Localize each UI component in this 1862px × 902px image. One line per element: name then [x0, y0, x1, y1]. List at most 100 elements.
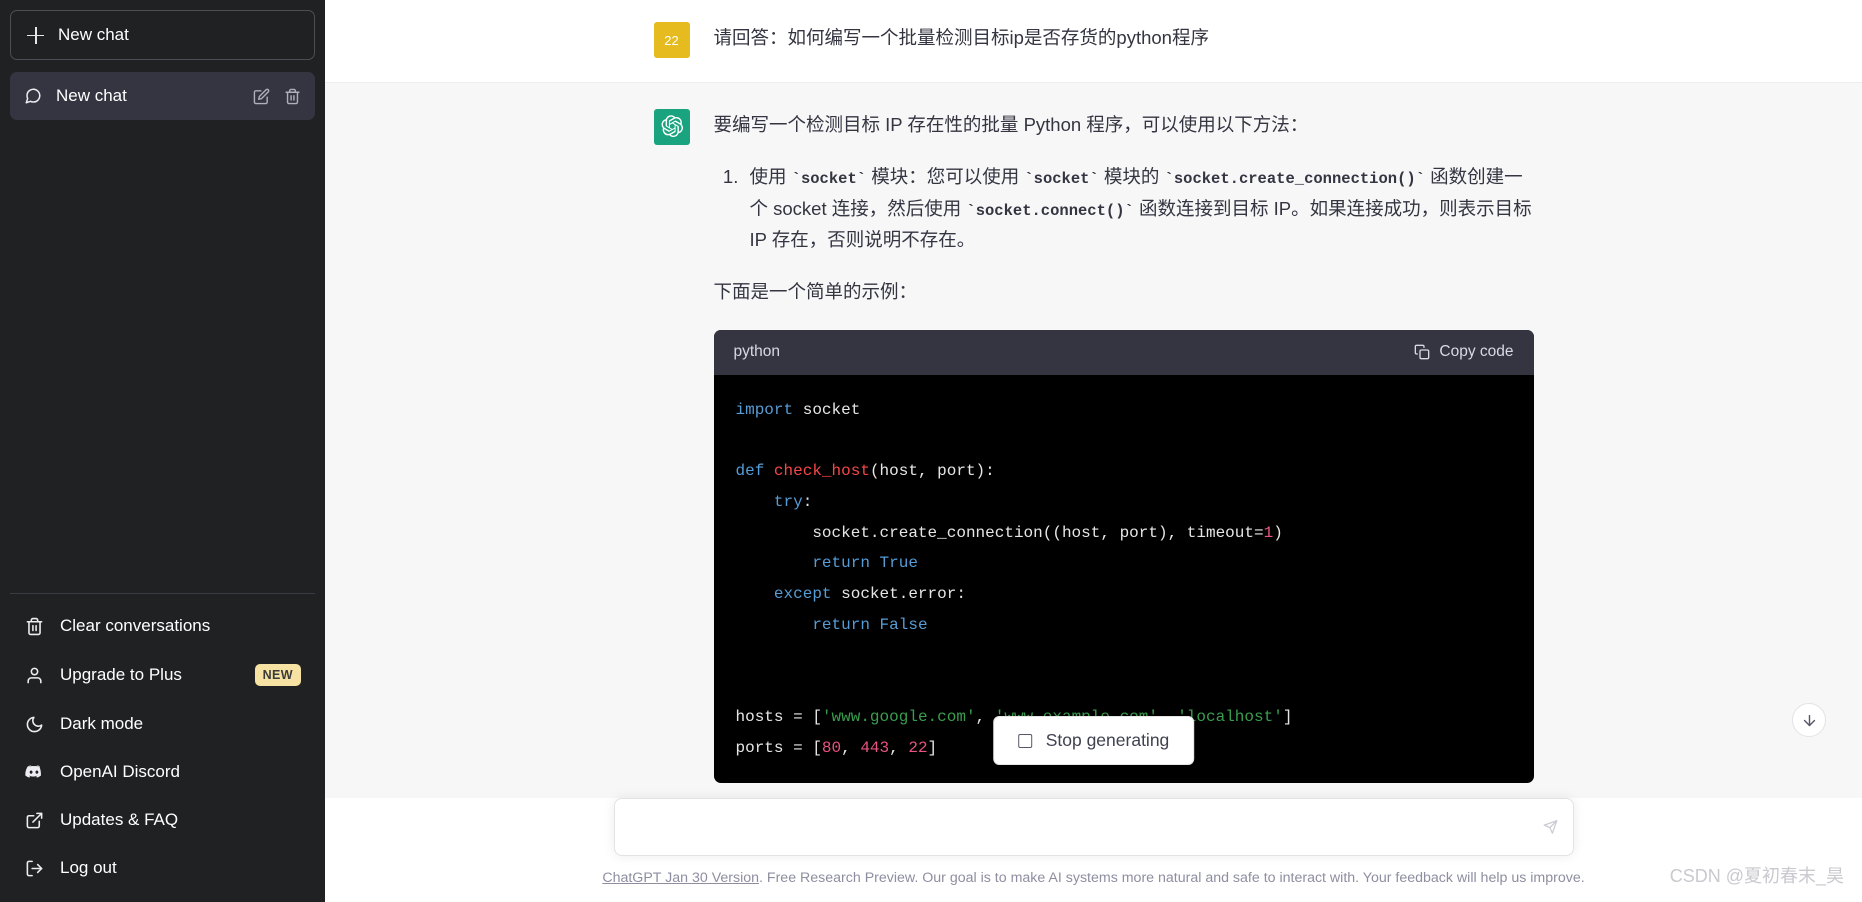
- clipboard-icon: [1414, 344, 1430, 360]
- logout-icon: [24, 858, 44, 878]
- moon-icon: [24, 714, 44, 734]
- send-icon[interactable]: [1543, 820, 1558, 835]
- conversation-title: New chat: [56, 86, 127, 105]
- code-token: ]: [927, 738, 938, 757]
- code-line: return False: [736, 610, 1512, 641]
- new-chat-label: New chat: [58, 25, 129, 44]
- footer-rest-text: . Free Research Preview. Our goal is to …: [759, 870, 1585, 886]
- trash-icon: [24, 616, 44, 636]
- discord-icon: [24, 762, 44, 782]
- code-token: 443: [860, 738, 890, 757]
- copy-code-button[interactable]: Copy code: [1414, 339, 1514, 366]
- sidebar-item-label: Dark mode: [60, 714, 144, 733]
- code-token: return: [812, 615, 870, 634]
- sidebar: New chat New chat Clear conversations Up…: [0, 0, 325, 902]
- code-line: import socket: [736, 395, 1512, 426]
- stop-generating-button[interactable]: Stop generating: [992, 716, 1195, 765]
- code-token: def: [735, 462, 765, 481]
- code-language-label: python: [733, 343, 781, 361]
- sidebar-item-dark-mode[interactable]: Dark mode: [10, 700, 315, 748]
- avatar: 22: [653, 22, 690, 58]
- sidebar-item-label: Clear conversations: [60, 616, 211, 635]
- stop-square-icon: [1017, 733, 1032, 748]
- user-message-body: 请回答：如何编写一个批量检测目标ip是否存货的python程序: [714, 22, 1534, 58]
- code-token: return: [812, 554, 870, 573]
- code-token: 80: [821, 738, 842, 757]
- copy-code-label: Copy code: [1439, 343, 1514, 361]
- code-token: socket.create_connection((host, port), t…: [735, 523, 1264, 542]
- code-token: 22: [908, 738, 928, 757]
- code-token: ): [1273, 523, 1283, 542]
- sidebar-item-clear-conversations[interactable]: Clear conversations: [10, 602, 315, 650]
- avatar: [653, 109, 690, 145]
- plus-icon: [27, 26, 44, 44]
- list-item: 使用 `socket` 模块：您可以使用 `socket` 模块的 `socke…: [744, 161, 1534, 256]
- code-line: return True: [736, 548, 1512, 579]
- inline-code: `socket`: [791, 169, 867, 188]
- sidebar-item-updates-faq[interactable]: Updates & FAQ: [10, 796, 315, 844]
- inline-code: `socket.connect()`: [966, 201, 1134, 220]
- sidebar-item-label: OpenAI Discord: [60, 762, 180, 781]
- sidebar-item-openai-discord[interactable]: OpenAI Discord: [10, 748, 315, 796]
- conversation-list: New chat: [10, 72, 315, 120]
- openai-logo-icon: [660, 114, 684, 141]
- message-input[interactable]: [634, 799, 1525, 855]
- inline-code: `socket`: [1024, 169, 1099, 188]
- version-link[interactable]: ChatGPT Jan 30 Version: [602, 870, 759, 886]
- external-link-icon: [24, 810, 44, 830]
- code-token: (host, port):: [869, 462, 995, 481]
- code-token: check_host: [773, 462, 870, 481]
- code-token: ]: [1282, 707, 1293, 726]
- composer: [613, 798, 1574, 856]
- sidebar-item-label: Updates & FAQ: [60, 810, 179, 829]
- code-token: ,: [889, 738, 909, 757]
- code-token: 'www.google.com': [821, 707, 976, 726]
- conversation-list-item[interactable]: New chat: [10, 72, 315, 120]
- pencil-icon[interactable]: [253, 88, 270, 105]
- list-item-seg: 使用: [749, 165, 792, 187]
- composer-box[interactable]: [613, 798, 1574, 856]
- arrow-down-icon: [1801, 712, 1818, 729]
- status-badge: NEW: [254, 664, 301, 686]
- main-content: 22 请回答：如何编写一个批量检测目标ip是否存货的python程序 要编写一个…: [325, 0, 1862, 902]
- code-line: try:: [736, 487, 1512, 518]
- code-token: ports = [: [735, 738, 822, 757]
- composer-area: ChatGPT Jan 30 Version. Free Research Pr…: [325, 798, 1862, 902]
- user-icon: [24, 665, 44, 685]
- assistant-intro: 要编写一个检测目标 IP 存在性的批量 Python 程序，可以使用以下方法：: [713, 114, 1309, 135]
- list-item-seg: 模块：您可以使用: [866, 165, 1025, 187]
- trash-icon[interactable]: [284, 88, 301, 105]
- sidebar-item-upgrade-to-plus[interactable]: Upgrade to Plus NEW: [10, 650, 315, 700]
- list-item-seg: 模块的: [1098, 165, 1165, 187]
- sidebar-item-log-out[interactable]: Log out: [10, 844, 315, 892]
- code-line: except socket.error:: [736, 579, 1512, 610]
- chat-bubble-icon: [24, 87, 42, 105]
- code-block-header: python Copy code: [713, 330, 1534, 375]
- scroll-to-bottom-button[interactable]: [1792, 703, 1826, 737]
- user-message-text: 请回答：如何编写一个批量检测目标ip是否存货的python程序: [713, 27, 1209, 48]
- assistant-ordered-list: 使用 `socket` 模块：您可以使用 `socket` 模块的 `socke…: [714, 161, 1534, 256]
- code-token: import: [735, 400, 794, 419]
- assistant-message-body: 要编写一个检测目标 IP 存在性的批量 Python 程序，可以使用以下方法： …: [713, 109, 1534, 784]
- code-token: try: [773, 492, 803, 511]
- assistant-example-lead: 下面是一个简单的示例：: [713, 281, 918, 303]
- code-token: ,: [841, 738, 861, 757]
- new-chat-button[interactable]: New chat: [10, 10, 315, 60]
- message-row-assistant: 要编写一个检测目标 IP 存在性的批量 Python 程序，可以使用以下方法： …: [325, 82, 1862, 811]
- conversation-thread: 22 请回答：如何编写一个批量检测目标ip是否存货的python程序 要编写一个…: [325, 0, 1862, 902]
- code-token: True: [879, 554, 918, 573]
- code-token: False: [879, 615, 928, 634]
- code-line: socket.create_connection((host, port), t…: [736, 518, 1512, 549]
- conversation-actions: [253, 88, 301, 105]
- footer-note: ChatGPT Jan 30 Version. Free Research Pr…: [325, 870, 1862, 892]
- sidebar-item-label: Upgrade to Plus: [60, 665, 182, 684]
